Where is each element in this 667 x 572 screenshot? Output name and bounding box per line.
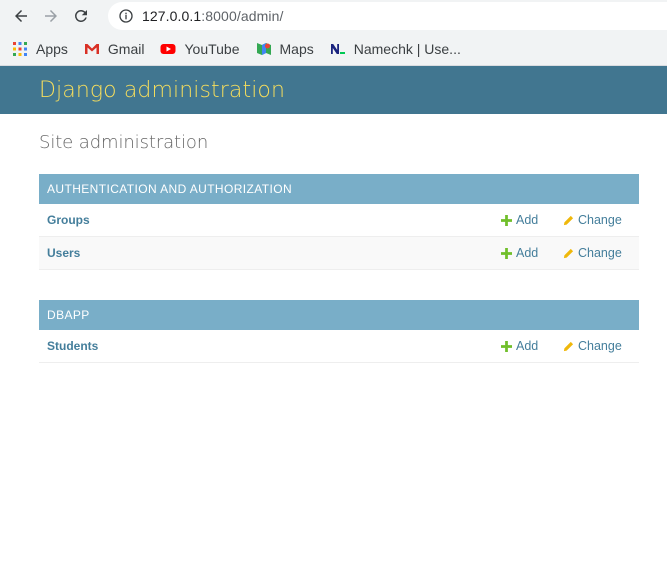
page-title: Site administration bbox=[39, 132, 209, 153]
url-host: 127.0.0.1 bbox=[142, 8, 202, 24]
add-students-link[interactable]: Add bbox=[501, 339, 538, 353]
forward-arrow-icon bbox=[45, 10, 57, 22]
change-students-link[interactable]: Change bbox=[563, 339, 622, 353]
back-button[interactable] bbox=[6, 1, 36, 31]
back-arrow-icon bbox=[15, 10, 27, 22]
gmail-icon bbox=[84, 43, 99, 54]
model-row-groups: Groups Add Change bbox=[39, 204, 639, 237]
namechk-icon bbox=[330, 43, 345, 54]
site-info-icon[interactable] bbox=[118, 8, 134, 24]
youtube-icon bbox=[160, 43, 176, 54]
site-branding-link[interactable]: Django administration bbox=[39, 78, 285, 103]
change-users-link[interactable]: Change bbox=[563, 246, 622, 260]
change-label: Change bbox=[578, 213, 622, 227]
module-caption-link[interactable]: DBAPP bbox=[39, 300, 639, 330]
add-plus-icon bbox=[501, 340, 512, 352]
model-row-users: Users Add Change bbox=[39, 237, 639, 270]
bookmark-youtube[interactable]: YouTube bbox=[160, 40, 240, 57]
bookmark-apps[interactable]: Apps bbox=[12, 41, 68, 57]
url-path: :8000/admin/ bbox=[201, 8, 284, 24]
add-label: Add bbox=[516, 339, 539, 353]
main-content: Site administration AUTHENTICATION AND A… bbox=[0, 114, 667, 363]
bookmark-label: Gmail bbox=[107, 40, 145, 57]
reload-icon bbox=[74, 9, 87, 22]
browser-chrome: 127.0.0.1:8000/admin/ Apps Gmail YouTube… bbox=[0, 0, 667, 66]
add-plus-icon bbox=[501, 247, 512, 259]
add-groups-link[interactable]: Add bbox=[501, 213, 538, 227]
bookmark-label: Namechk | Use... bbox=[353, 40, 461, 57]
bookmark-label: YouTube bbox=[184, 40, 240, 57]
app-module-auth: AUTHENTICATION AND AUTHORIZATION Groups … bbox=[39, 174, 639, 270]
add-label: Add bbox=[516, 246, 539, 260]
admin-header: Django administration bbox=[0, 66, 667, 114]
model-link-groups[interactable]: Groups bbox=[39, 213, 90, 227]
model-link-students[interactable]: Students bbox=[39, 339, 98, 353]
reload-button[interactable] bbox=[66, 1, 96, 31]
app-module-dbapp: DBAPP Students Add Change bbox=[39, 300, 639, 363]
pencil-icon bbox=[563, 215, 574, 225]
browser-toolbar: 127.0.0.1:8000/admin/ bbox=[0, 0, 667, 32]
model-row-students: Students Add Change bbox=[39, 330, 639, 363]
change-groups-link[interactable]: Change bbox=[563, 213, 622, 227]
url-text: 127.0.0.1:8000/admin/ bbox=[142, 8, 283, 24]
forward-button[interactable] bbox=[36, 1, 66, 31]
bookmark-label: Maps bbox=[279, 40, 314, 57]
module-caption-link[interactable]: AUTHENTICATION AND AUTHORIZATION bbox=[39, 174, 639, 204]
model-link-users[interactable]: Users bbox=[39, 246, 80, 260]
bookmark-maps[interactable]: Maps bbox=[256, 41, 314, 57]
bookmark-label: Apps bbox=[36, 40, 68, 57]
pencil-icon bbox=[563, 248, 574, 258]
bookmark-namechk[interactable]: Namechk | Use... bbox=[330, 41, 461, 57]
add-users-link[interactable]: Add bbox=[501, 246, 538, 260]
change-label: Change bbox=[578, 246, 622, 260]
pencil-icon bbox=[563, 341, 574, 351]
add-label: Add bbox=[516, 213, 539, 227]
add-plus-icon bbox=[501, 214, 512, 226]
bookmarks-bar: Apps Gmail YouTube Maps Namechk | Use... bbox=[0, 32, 667, 66]
maps-icon bbox=[256, 42, 271, 55]
apps-grid-icon bbox=[13, 41, 27, 56]
bookmark-gmail[interactable]: Gmail bbox=[84, 40, 145, 57]
address-bar[interactable]: 127.0.0.1:8000/admin/ bbox=[108, 2, 667, 30]
change-label: Change bbox=[578, 339, 622, 353]
